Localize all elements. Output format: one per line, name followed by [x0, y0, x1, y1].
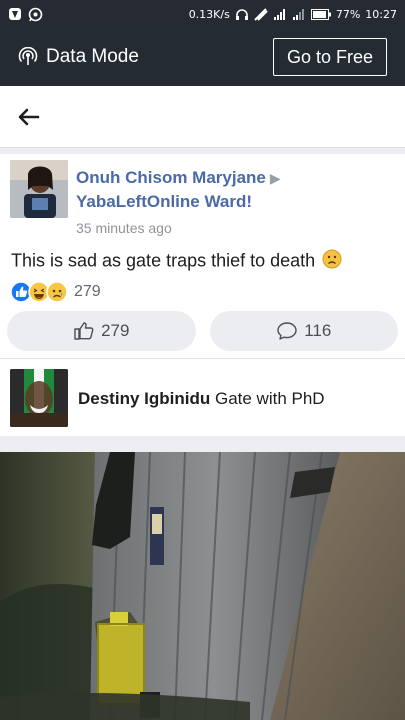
data-saver-icon: [254, 7, 268, 21]
wifi-signal-icon: [292, 8, 306, 21]
data-mode-label: Data Mode: [46, 46, 139, 67]
post-header: Onuh Chisom Maryjane ▶ YabaLeftOnline War…: [10, 160, 400, 240]
nav-row: [0, 86, 405, 148]
divider: [0, 358, 405, 359]
network-speed: 0.13K/s: [188, 7, 230, 21]
comment-count: 116: [304, 321, 332, 340]
comment-text: Destiny Igbinidu Gate with PhD: [78, 389, 325, 409]
comment-body: Gate with PhD: [214, 389, 325, 408]
headset-icon: [235, 8, 249, 21]
signal-icon: [273, 8, 287, 21]
whatsapp-icon: [28, 7, 43, 22]
post-text: This is sad as gate traps thief to death: [11, 249, 396, 274]
comment-bubble-icon: [276, 321, 298, 341]
reaction-count: 279: [74, 283, 101, 300]
vpn-icon: [8, 7, 22, 21]
thumbs-up-icon: [73, 321, 95, 341]
reactions-summary[interactable]: 279: [10, 281, 101, 303]
comment-item: Destiny Igbinidu Gate with PhD: [10, 369, 400, 427]
like-count: 279: [101, 321, 130, 340]
post-text-body: This is sad as gate traps thief to death: [11, 250, 316, 271]
post-author-name[interactable]: Onuh Chisom Maryjane: [76, 168, 266, 187]
battery-icon: [310, 8, 331, 20]
clock: 10:27: [365, 7, 397, 21]
go-to-free-button[interactable]: Go to Free: [272, 38, 387, 76]
post-photo[interactable]: [0, 452, 405, 720]
divider: [0, 148, 405, 154]
sad-reaction-icon: [46, 281, 68, 303]
broadcast-icon: [18, 47, 38, 67]
like-button[interactable]: 279: [7, 311, 196, 351]
comment-button[interactable]: 116: [209, 311, 398, 351]
back-arrow-icon[interactable]: [18, 108, 40, 126]
post-author-line[interactable]: Onuh Chisom Maryjane ▶ YabaLeftOnline War…: [76, 166, 396, 213]
battery-level: 77%: [335, 7, 361, 21]
data-mode-bar: Data Mode Go to Free: [0, 28, 405, 86]
commenter-avatar[interactable]: [10, 369, 68, 427]
post-timestamp[interactable]: 35 minutes ago: [76, 220, 172, 236]
avatar[interactable]: [10, 160, 68, 218]
divider: [0, 436, 405, 452]
data-mode-indicator[interactable]: Data Mode: [18, 46, 139, 68]
comment-author[interactable]: Destiny Igbinidu: [78, 389, 210, 408]
action-buttons: 279 116: [7, 311, 398, 351]
post-group-name[interactable]: YabaLeftOnline Ward!: [76, 192, 252, 211]
triangle-right-icon: ▶: [269, 170, 281, 186]
status-bar: 0.13K/s 77% 10:27: [0, 0, 405, 28]
sad-face-emoji: [322, 249, 342, 274]
